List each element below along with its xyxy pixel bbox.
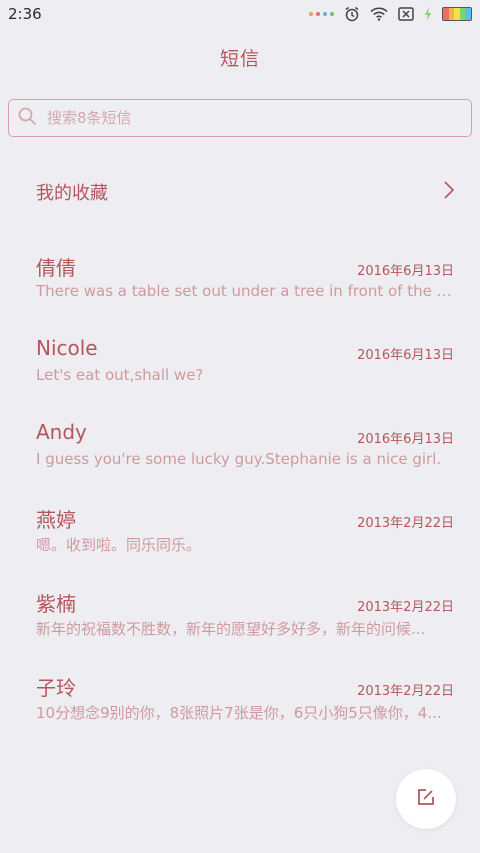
conversation-preview: I guess you're some lucky guy.Stephanie … xyxy=(36,450,442,468)
conversation-preview: 嗯。收到啦。同乐同乐。 xyxy=(36,536,202,554)
status-time: 2:36 xyxy=(8,5,42,23)
conversation-list: 倩倩 2016年6月13日 There was a table set out … xyxy=(36,250,454,754)
conversation-name: 紫楠 xyxy=(36,592,76,616)
conversation-item[interactable]: 紫楠 2013年2月22日 新年的祝福数不胜数，新年的愿望好多好多，新年的问候.… xyxy=(36,586,454,670)
conversation-item[interactable]: 倩倩 2016年6月13日 There was a table set out … xyxy=(36,250,454,334)
screen: 2:36 短信 搜索8条短信 我的收藏 倩倩 2016年6月13日 There … xyxy=(0,0,480,853)
notification-dots-icon xyxy=(309,12,334,16)
conversation-name: Nicole xyxy=(36,336,98,360)
conversation-preview: Let's eat out,shall we? xyxy=(36,366,204,384)
conversation-name: 燕婷 xyxy=(36,508,76,532)
alarm-icon xyxy=(344,6,360,22)
conversation-item[interactable]: Andy 2016年6月13日 I guess you're some luck… xyxy=(36,418,454,502)
conversation-name: Andy xyxy=(36,420,87,444)
chevron-right-icon xyxy=(442,180,456,204)
conversation-date: 2013年2月22日 xyxy=(357,684,454,699)
wifi-icon xyxy=(370,7,388,21)
search-icon xyxy=(17,106,47,130)
favorites-row[interactable]: 我的收藏 xyxy=(36,172,456,212)
conversation-date: 2016年6月13日 xyxy=(357,432,454,447)
header: 短信 xyxy=(0,40,480,74)
conversation-date: 2013年2月22日 xyxy=(357,600,454,615)
conversation-item[interactable]: Nicole 2016年6月13日 Let's eat out,shall we… xyxy=(36,334,454,418)
conversation-preview: There was a table set out under a tree i… xyxy=(36,282,454,300)
conversation-name: 倩倩 xyxy=(36,256,76,280)
battery-icon xyxy=(442,7,472,21)
page-title: 短信 xyxy=(219,47,260,70)
conversation-preview: 10分想念9别的你，8张照片7张是你，6只小狗5只像你，4... xyxy=(36,704,442,722)
favorites-label: 我的收藏 xyxy=(36,183,108,204)
conversation-date: 2013年2月22日 xyxy=(357,516,454,531)
status-bar: 2:36 xyxy=(0,0,480,28)
no-sim-icon xyxy=(398,7,414,21)
conversation-date: 2016年6月13日 xyxy=(357,348,454,363)
conversation-name: 子玲 xyxy=(36,676,76,700)
conversation-item[interactable]: 燕婷 2013年2月22日 嗯。收到啦。同乐同乐。 xyxy=(36,502,454,586)
status-icons xyxy=(309,6,472,22)
compose-icon xyxy=(416,787,436,811)
conversation-item[interactable]: 子玲 2013年2月22日 10分想念9别的你，8张照片7张是你，6只小狗5只像… xyxy=(36,670,454,754)
compose-button[interactable] xyxy=(396,769,456,829)
conversation-preview: 新年的祝福数不胜数，新年的愿望好多好多，新年的问候... xyxy=(36,620,426,638)
charging-icon xyxy=(424,7,432,21)
conversation-date: 2016年6月13日 xyxy=(357,264,454,279)
search-box[interactable] xyxy=(8,99,472,137)
search-input[interactable] xyxy=(47,109,447,127)
